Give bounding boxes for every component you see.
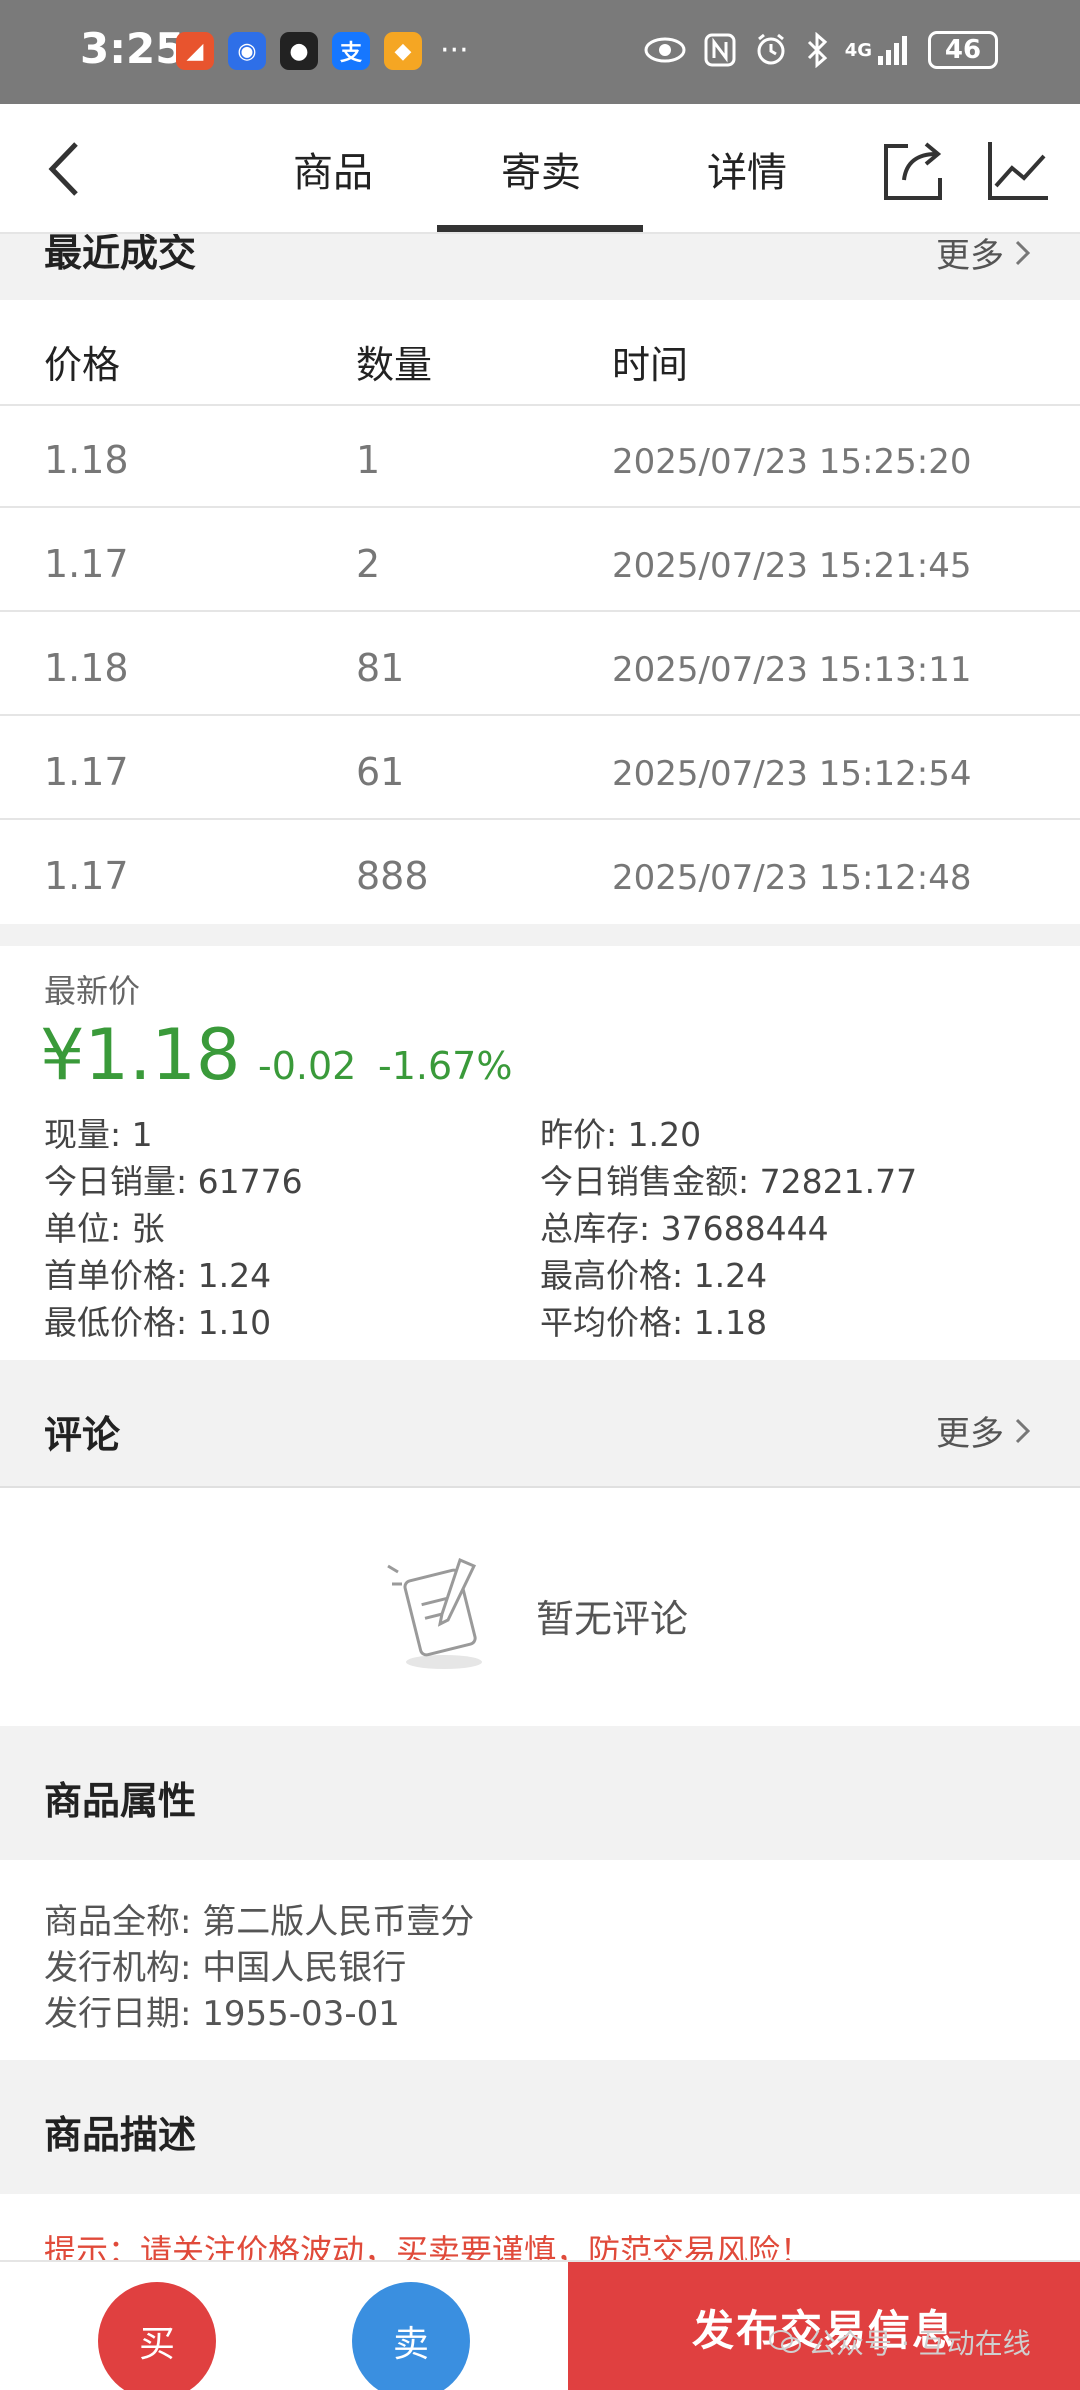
trend-chart-icon[interactable] bbox=[986, 138, 1050, 202]
wechat-icon bbox=[769, 2330, 801, 2353]
trade-price: 1.18 bbox=[44, 646, 129, 690]
stat-first-price: 首单价格: 1.24 bbox=[44, 1256, 272, 1295]
attributes-title: 商品属性 bbox=[44, 1779, 197, 1823]
active-tab-indicator bbox=[437, 225, 643, 232]
tab-detail[interactable]: 详情 bbox=[642, 140, 852, 198]
stat-average-price: 平均价格: 1.18 bbox=[540, 1303, 768, 1342]
status-app-icons: ◢ ◉ ● 支 ◆ ··· bbox=[176, 32, 469, 70]
trade-time: 2025/07/23 15:21:45 bbox=[612, 546, 972, 586]
header-time: 时间 bbox=[612, 343, 689, 387]
comments-more[interactable]: 更多 bbox=[936, 1406, 1032, 1455]
attributes-list: 商品全称: 第二版人民币壹分 发行机构: 中国人民银行 发行日期: 1955-0… bbox=[0, 1860, 1080, 2060]
buy-button[interactable]: 买 bbox=[98, 2282, 216, 2390]
more-label: 更多 bbox=[936, 1414, 1004, 1454]
attr-full-name: 商品全称: 第二版人民币壹分 bbox=[44, 1902, 475, 1942]
chevron-right-icon bbox=[1015, 1418, 1031, 1443]
empty-note-icon bbox=[387, 1557, 482, 1669]
recent-trades-title: 最近成交 bbox=[44, 234, 197, 275]
trade-price: 1.17 bbox=[44, 854, 129, 898]
attr-issue-date: 发行日期: 1955-03-01 bbox=[44, 1994, 400, 2034]
recent-trades-header: 最近成交 更多 bbox=[0, 234, 1080, 300]
app-icon-5: ◆ bbox=[384, 32, 422, 70]
status-bar: 3:25 ◢ ◉ ● 支 ◆ ··· 4G 46 bbox=[0, 0, 1080, 104]
trade-time: 2025/07/23 15:13:11 bbox=[612, 650, 972, 690]
latest-price-label: 最新价 bbox=[44, 972, 141, 1010]
price-change-percent: -1.67% bbox=[378, 1044, 513, 1088]
tab-consign[interactable]: 寄卖 bbox=[436, 140, 646, 198]
attr-issuer: 发行机构: 中国人民银行 bbox=[44, 1948, 407, 1988]
stat-unit: 单位: 张 bbox=[44, 1209, 165, 1248]
table-row: 1.18 1 2025/07/23 15:25:20 bbox=[0, 406, 1080, 508]
share-icon[interactable] bbox=[882, 138, 944, 202]
app-icon-1: ◢ bbox=[176, 32, 214, 70]
tab-goods[interactable]: 商品 bbox=[228, 140, 438, 198]
table-row: 1.18 81 2025/07/23 15:13:11 bbox=[0, 614, 1080, 716]
price-change: -0.02 bbox=[258, 1044, 357, 1088]
top-nav-bar: 商品 寄卖 详情 bbox=[0, 104, 1080, 234]
stat-previous-price: 昨价: 1.20 bbox=[540, 1115, 702, 1154]
trade-time: 2025/07/23 15:12:54 bbox=[612, 754, 972, 794]
status-time: 3:25 bbox=[80, 24, 185, 73]
chevron-right-icon bbox=[1015, 240, 1031, 265]
trades-table-header: 价格 数量 时间 bbox=[0, 302, 1080, 406]
watermark-text: 公众号 · 互动在线 bbox=[808, 2327, 1031, 2360]
recent-trades-more[interactable]: 更多 bbox=[936, 234, 1032, 277]
attributes-header: 商品属性 bbox=[0, 1726, 1080, 1860]
trade-price: 1.17 bbox=[44, 542, 129, 586]
comments-empty-state: 暂无评论 bbox=[0, 1488, 1080, 1726]
stat-today-amount: 今日销售金额: 72821.77 bbox=[540, 1162, 918, 1201]
bluetooth-icon bbox=[805, 30, 829, 70]
trade-time: 2025/07/23 15:12:48 bbox=[612, 858, 972, 898]
trade-qty: 1 bbox=[356, 438, 381, 482]
comments-header: 评论 更多 bbox=[0, 1360, 1080, 1488]
back-arrow-icon[interactable] bbox=[40, 138, 96, 200]
nfc-icon bbox=[703, 30, 737, 70]
header-qty: 数量 bbox=[356, 343, 433, 387]
trade-qty: 2 bbox=[356, 542, 381, 586]
header-price: 价格 bbox=[44, 343, 121, 387]
app-icon-2: ◉ bbox=[228, 32, 266, 70]
sell-button[interactable]: 卖 bbox=[352, 2282, 470, 2390]
more-notifications: ··· bbox=[440, 33, 469, 68]
description-header: 商品描述 bbox=[0, 2060, 1080, 2194]
stat-total-stock: 总库存: 37688444 bbox=[540, 1209, 829, 1248]
description-title: 商品描述 bbox=[44, 2113, 197, 2157]
empty-comments-text: 暂无评论 bbox=[536, 1597, 689, 1641]
watermark: 公众号 · 互动在线 bbox=[768, 2322, 1031, 2362]
stat-today-volume: 今日销量: 61776 bbox=[44, 1162, 303, 1201]
alipay-icon: 支 bbox=[332, 32, 370, 70]
trade-qty: 61 bbox=[356, 750, 405, 794]
section-divider bbox=[0, 924, 1080, 946]
stat-lowest-price: 最低价格: 1.10 bbox=[44, 1303, 272, 1342]
stat-highest-price: 最高价格: 1.24 bbox=[540, 1256, 768, 1295]
status-indicators: 4G 46 bbox=[643, 30, 998, 70]
latest-price-panel: 最新价 ¥1.18 -0.02 -1.67% 现量: 1 今日销量: 61776… bbox=[0, 946, 1080, 1360]
trade-qty: 888 bbox=[356, 854, 429, 898]
alarm-icon bbox=[753, 30, 789, 70]
trade-time: 2025/07/23 15:25:20 bbox=[612, 442, 972, 482]
qq-icon: ● bbox=[280, 32, 318, 70]
trade-price: 1.18 bbox=[44, 438, 129, 482]
trade-price: 1.17 bbox=[44, 750, 129, 794]
battery-indicator: 46 bbox=[928, 31, 998, 69]
signal-icon: 4G bbox=[845, 30, 912, 70]
table-row: 1.17 2 2025/07/23 15:21:45 bbox=[0, 510, 1080, 612]
table-row: 1.17 888 2025/07/23 15:12:48 bbox=[0, 822, 1080, 924]
stat-current-qty: 现量: 1 bbox=[44, 1115, 153, 1154]
latest-price-value: ¥1.18 bbox=[40, 1014, 241, 1096]
trade-qty: 81 bbox=[356, 646, 405, 690]
eye-icon bbox=[643, 30, 687, 70]
table-row: 1.17 61 2025/07/23 15:12:54 bbox=[0, 718, 1080, 820]
more-label: 更多 bbox=[936, 236, 1004, 276]
comments-title: 评论 bbox=[44, 1413, 121, 1457]
